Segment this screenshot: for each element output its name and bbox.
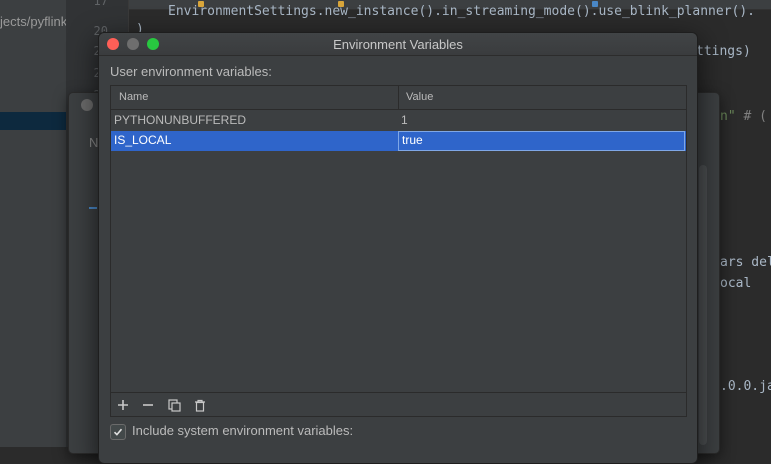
delete-button[interactable]	[190, 396, 210, 414]
variable-value-cell[interactable]: 1	[401, 113, 408, 127]
trash-icon	[195, 399, 205, 412]
section-label: User environment variables:	[110, 64, 272, 79]
code-line[interactable]: ocal	[720, 276, 751, 291]
variable-name-cell[interactable]: IS_LOCAL	[114, 133, 171, 147]
focus-indicator	[89, 207, 97, 209]
checkmark-icon	[113, 428, 123, 436]
code-line[interactable]: ttings)	[696, 44, 751, 59]
include-system-label[interactable]: Include system environment variables:	[132, 423, 353, 438]
add-icon	[118, 400, 128, 410]
copy-button[interactable]	[164, 396, 184, 414]
table-row[interactable]: PYTHONUNBUFFERED 1	[111, 111, 686, 131]
table-toolbar	[111, 392, 686, 417]
variable-name-cell[interactable]: PYTHONUNBUFFERED	[114, 113, 246, 127]
code-string: n"	[720, 109, 736, 124]
window-control-icon[interactable]	[81, 99, 93, 111]
variable-value-cell[interactable]: true	[402, 133, 423, 147]
project-path[interactable]: jects/pyflink	[0, 14, 67, 29]
column-divider[interactable]	[398, 86, 399, 109]
copy-icon	[167, 398, 181, 412]
environment-variables-dialog: Environment Variables User environment v…	[98, 32, 698, 464]
include-system-checkbox[interactable]	[110, 424, 126, 440]
scrollbar[interactable]	[699, 165, 707, 445]
code-line[interactable]: .0.0.ja	[720, 379, 771, 394]
dialog-label: N	[89, 135, 99, 150]
remove-icon	[143, 404, 153, 406]
table-row-selected[interactable]: IS_LOCAL true	[111, 131, 686, 151]
project-panel: jects/pyflink	[0, 0, 67, 447]
code-line[interactable]: EnvironmentSettings.new_instance().in_st…	[168, 4, 755, 19]
project-selected-item[interactable]	[0, 112, 66, 130]
dialog-title: Environment Variables	[333, 37, 463, 52]
variable-value-editor[interactable]	[398, 131, 685, 151]
line-number: 17	[93, 0, 108, 8]
table-header: Name Value	[111, 86, 686, 110]
add-button[interactable]	[113, 396, 133, 414]
code-line[interactable]: n" # (	[720, 109, 767, 124]
code-line[interactable]: ars del	[720, 255, 771, 270]
title-bar[interactable]: Environment Variables	[99, 33, 697, 56]
column-header-value[interactable]: Value	[406, 91, 433, 103]
env-variables-table: Name Value PYTHONUNBUFFERED 1 IS_LOCAL t…	[110, 85, 687, 417]
code-comment: # (	[743, 109, 767, 124]
remove-button[interactable]	[138, 396, 158, 414]
column-header-name[interactable]: Name	[119, 91, 148, 103]
